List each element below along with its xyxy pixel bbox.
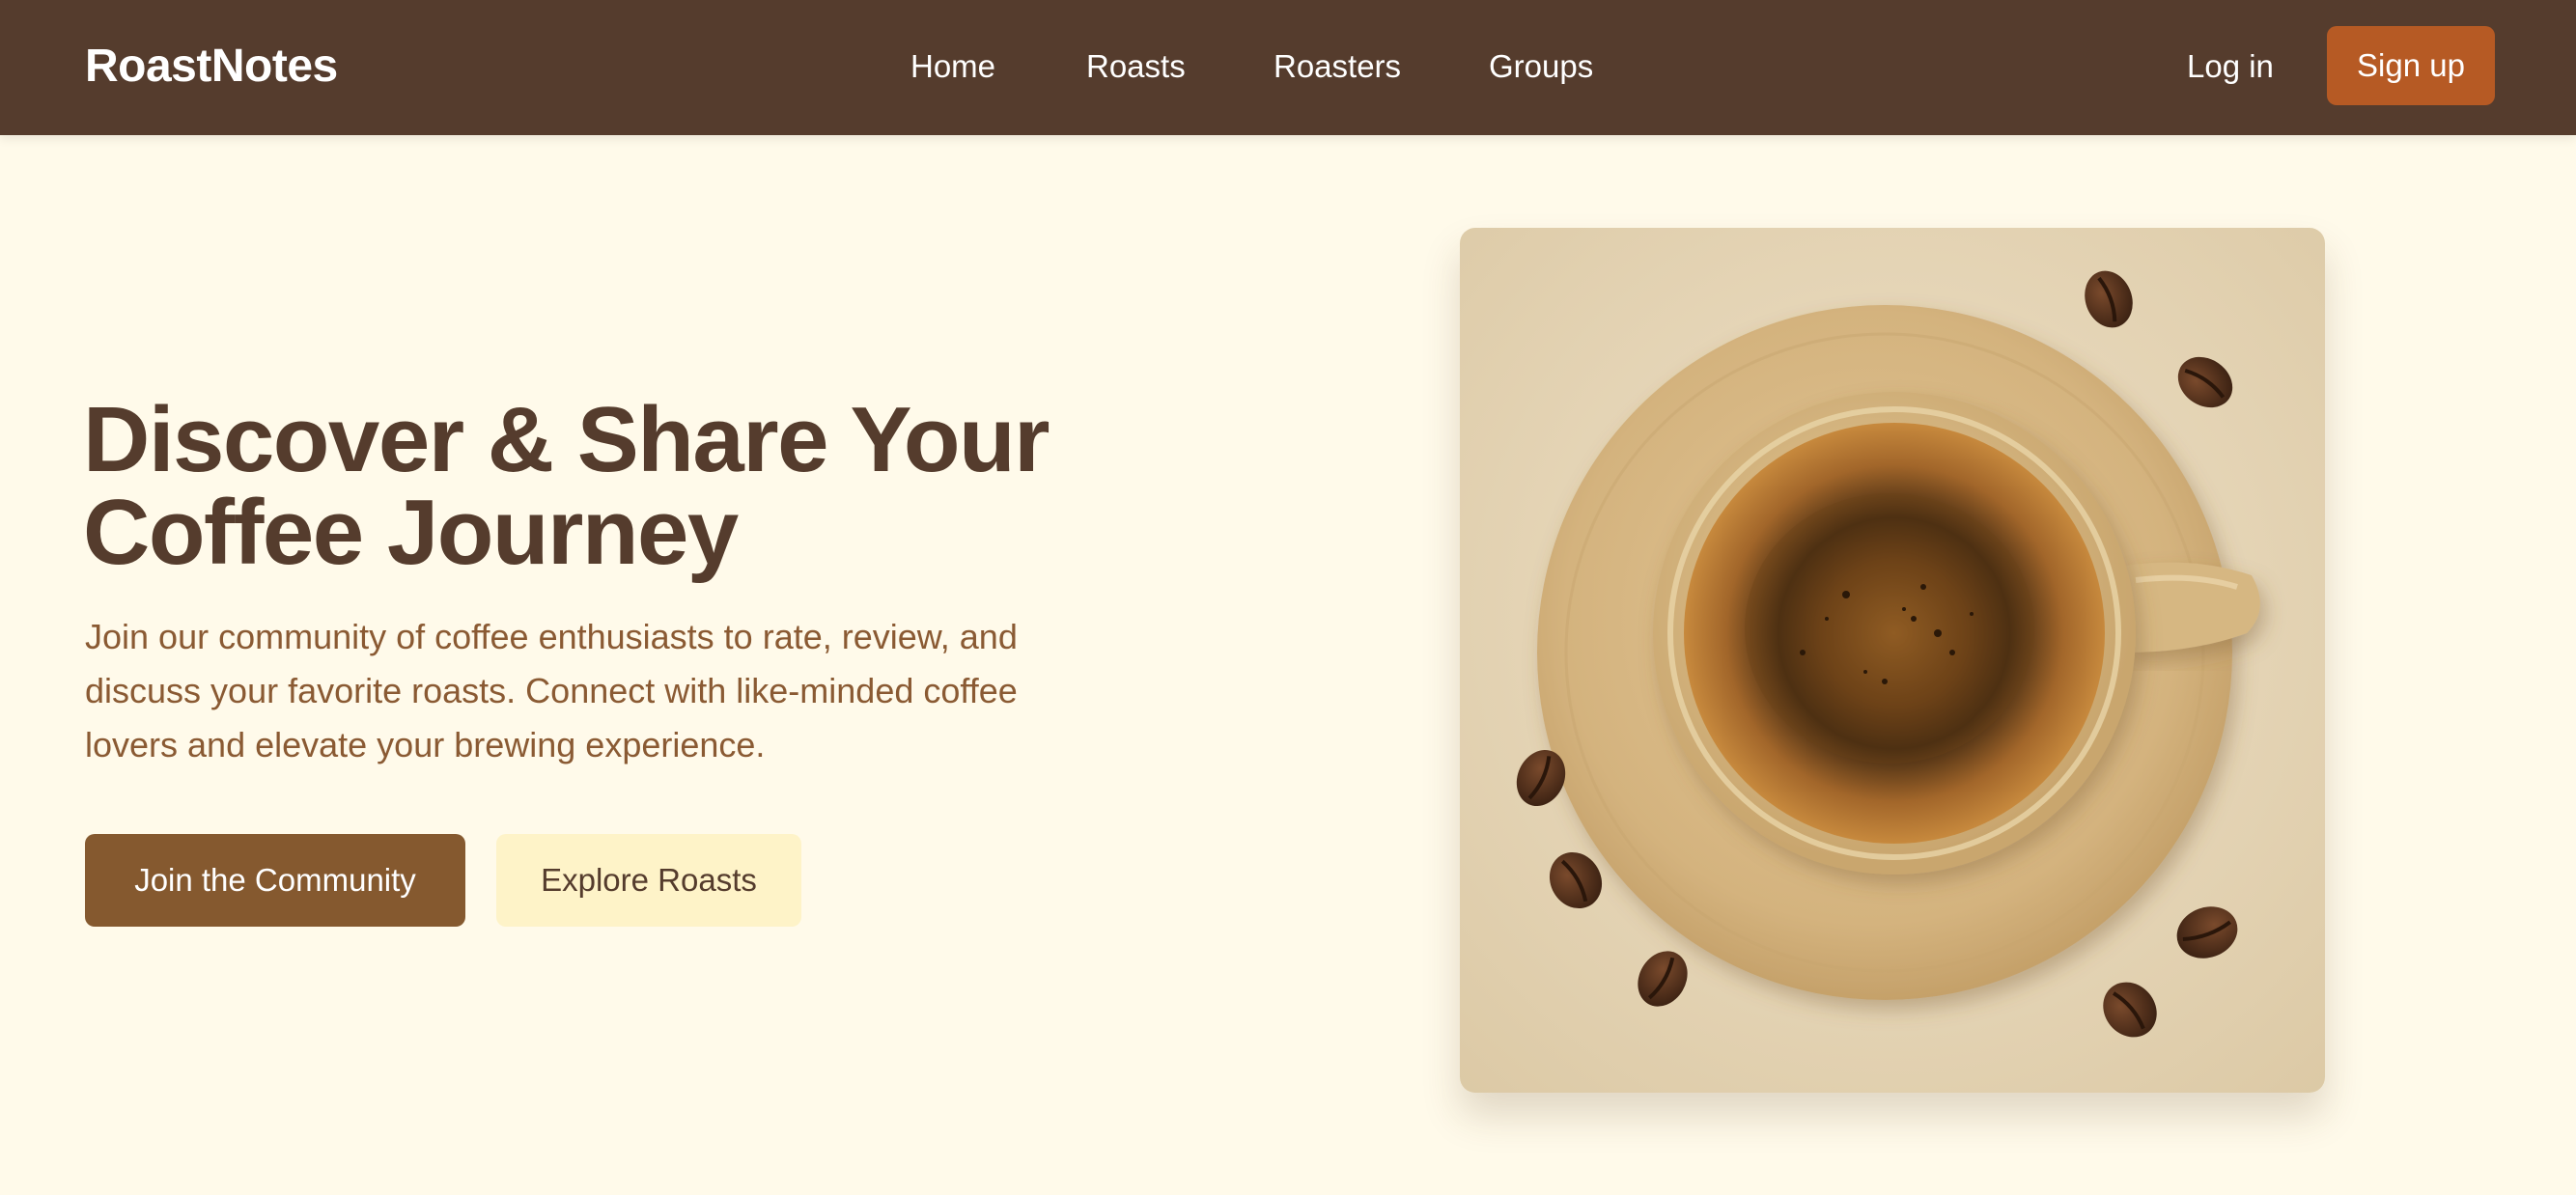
explore-roasts-button[interactable]: Explore Roasts: [496, 834, 801, 927]
coffee-cup-illustration: [1460, 228, 2325, 1093]
top-navbar: RoastNotes Home Roasts Roasters Groups L…: [0, 0, 2576, 135]
hero-title-line-1: Discover & Share Your: [83, 388, 1050, 491]
hero-coffee-image: [1460, 228, 2325, 1093]
nav-link-groups[interactable]: Groups: [1489, 43, 1593, 90]
nav-link-roasters[interactable]: Roasters: [1274, 43, 1401, 90]
join-community-button[interactable]: Join the Community: [85, 834, 465, 927]
nav-link-roasts[interactable]: Roasts: [1086, 43, 1186, 90]
brand-logo[interactable]: RoastNotes: [85, 38, 338, 96]
hero-title: Discover & Share Your Coffee Journey: [83, 394, 1164, 579]
login-link[interactable]: Log in: [2187, 43, 2274, 90]
hero-title-line-2: Coffee Journey: [83, 481, 739, 584]
hero-subtitle: Join our community of coffee enthusiasts…: [85, 617, 1018, 764]
signup-button[interactable]: Sign up: [2327, 26, 2495, 105]
nav-link-home[interactable]: Home: [910, 43, 995, 90]
